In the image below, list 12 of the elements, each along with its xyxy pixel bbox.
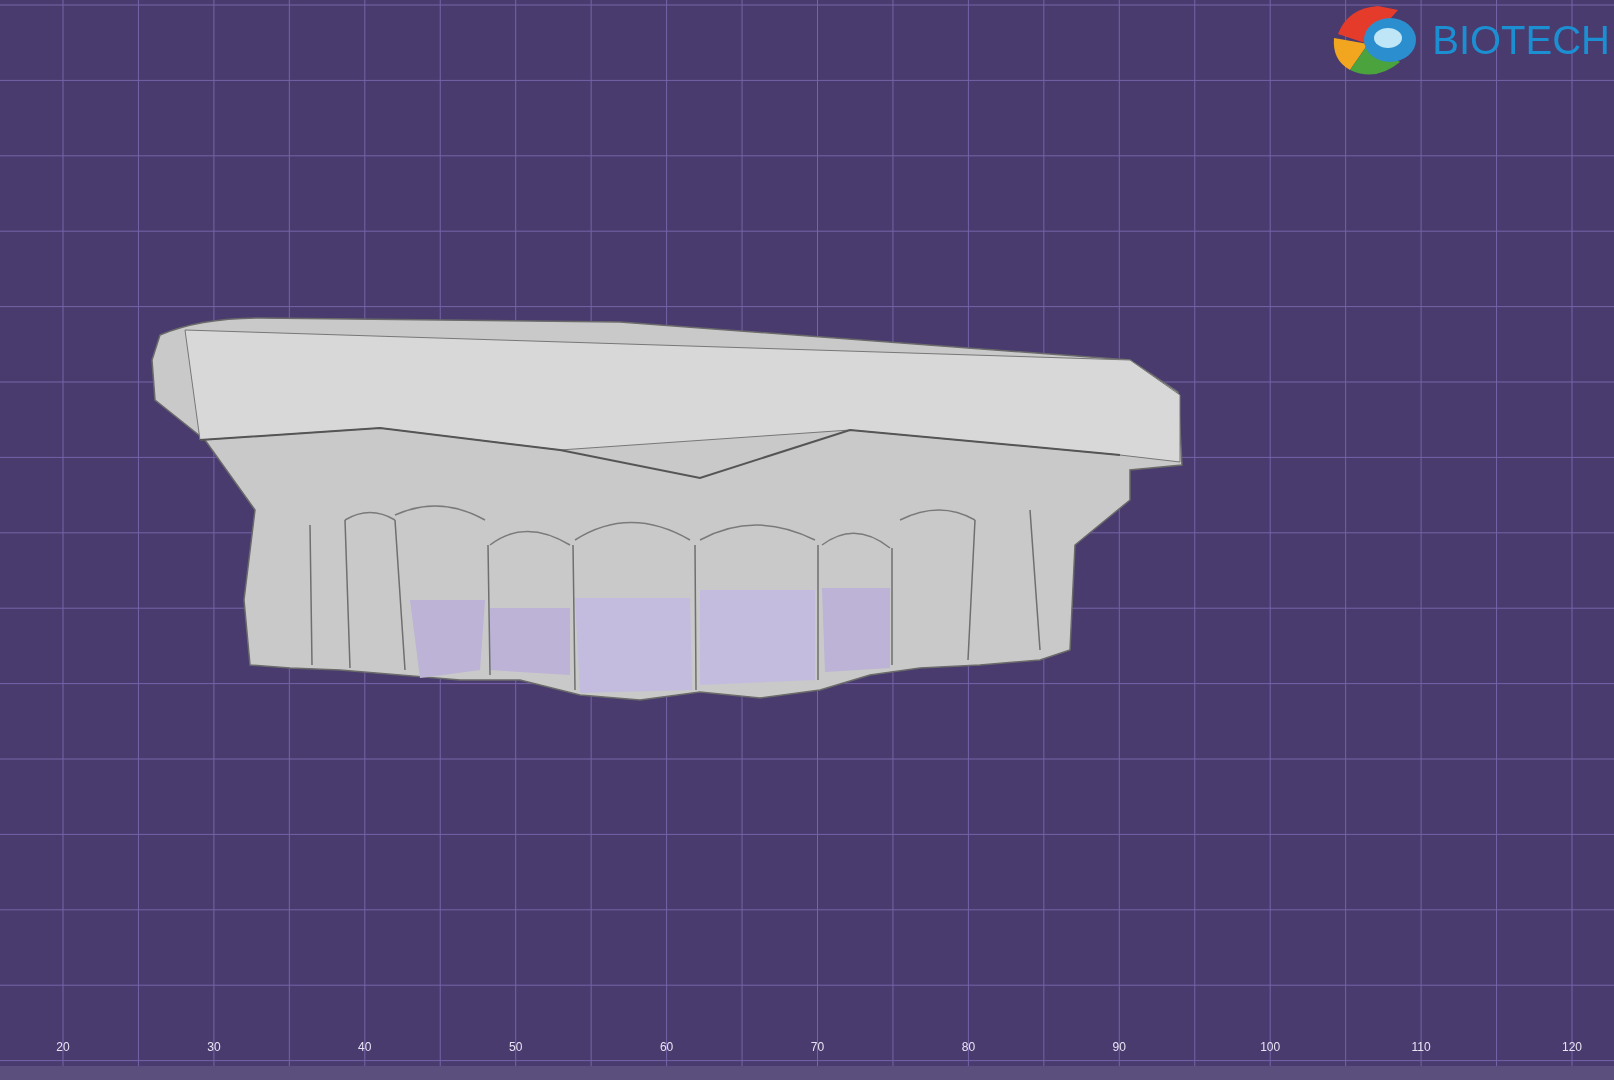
logo-text: BIOTECH (1432, 20, 1610, 60)
ruler-label: 30 (207, 1041, 221, 1053)
ruler-label: 20 (56, 1041, 70, 1053)
ruler-label: 60 (659, 1041, 674, 1053)
ruler-label: 120 (1562, 1041, 1582, 1053)
ruler-label: 110 (1411, 1041, 1431, 1053)
ruler-label: 40 (358, 1041, 372, 1053)
ruler-label: 80 (961, 1041, 976, 1053)
ruler-label: 70 (810, 1041, 825, 1053)
ruler-label: 50 (509, 1041, 523, 1053)
ruler-label: 100 (1260, 1041, 1281, 1053)
ruler-label: 90 (1112, 1041, 1126, 1053)
